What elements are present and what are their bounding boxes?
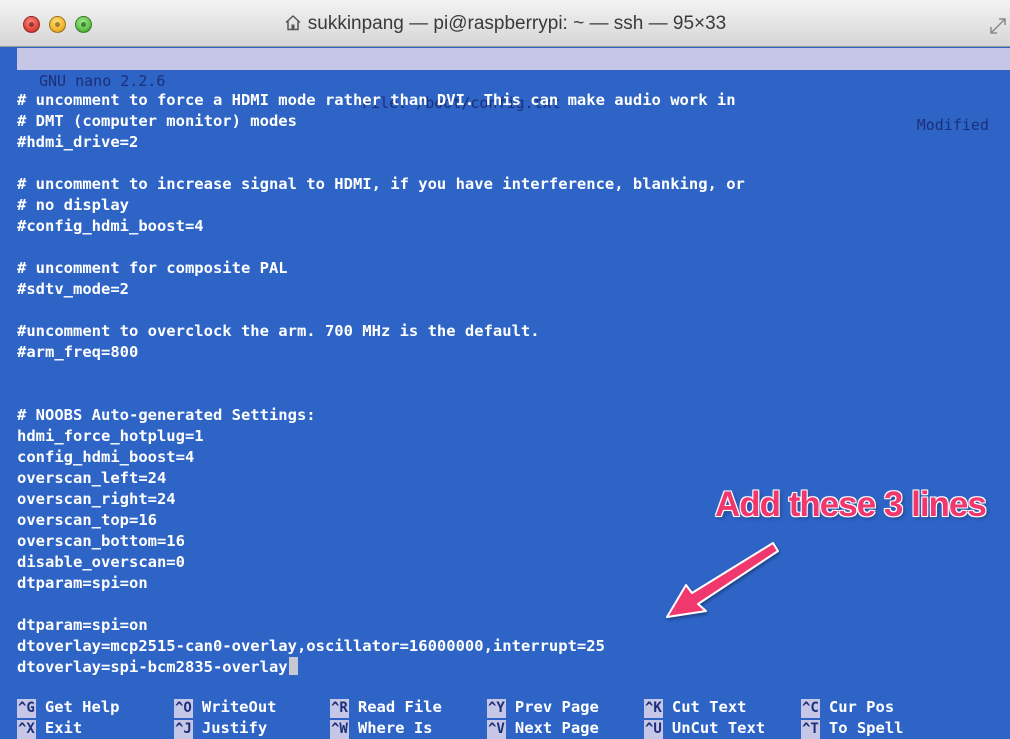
editor-line-text: dtparam=spi=on	[17, 574, 148, 592]
editor-line-text: disable_overscan=0	[17, 553, 185, 571]
shortcut-label: Where Is	[357, 719, 433, 737]
editor-line[interactable]: # no display	[17, 195, 1010, 216]
shortcut-label: Read File	[357, 698, 442, 716]
shortcut-label: Prev Page	[514, 698, 599, 716]
editor-line[interactable]	[17, 363, 1010, 384]
editor-line[interactable]: #arm_freq=800	[17, 342, 1010, 363]
shortcut-read-file[interactable]: ^R Read File	[330, 697, 442, 718]
shortcut-to-spell[interactable]: ^T To Spell	[801, 718, 904, 739]
editor-line-text: # no display	[17, 196, 129, 214]
editor-line[interactable]	[17, 153, 1010, 174]
editor-line-text: overscan_right=24	[17, 490, 176, 508]
editor-line-text: #uncomment to overclock the arm. 700 MHz…	[17, 322, 540, 340]
shortcut-key: ^U	[644, 720, 663, 739]
shortcut-key: ^V	[487, 720, 506, 739]
shortcut-key: ^W	[330, 720, 349, 739]
editor-line-text: #sdtv_mode=2	[17, 280, 129, 298]
editor-line[interactable]: dtparam=spi=on	[17, 573, 1010, 594]
shortcut-label: UnCut Text	[671, 719, 766, 737]
terminal-window: sukkinpang — pi@raspberrypi: ~ — ssh — 9…	[0, 0, 1010, 739]
shortcut-key: ^T	[801, 720, 820, 739]
editor-line[interactable]: # uncomment to force a HDMI mode rather …	[17, 90, 1010, 111]
title-bar[interactable]: sukkinpang — pi@raspberrypi: ~ — ssh — 9…	[0, 0, 1010, 47]
window-title-container: sukkinpang — pi@raspberrypi: ~ — ssh — 9…	[0, 14, 1010, 34]
shortcut-cur-pos[interactable]: ^C Cur Pos	[801, 697, 894, 718]
editor-line[interactable]: hdmi_force_hotplug=1	[17, 426, 1010, 447]
nano-version: GNU nano 2.2.6	[39, 72, 166, 90]
editor-text-area[interactable]: # uncomment to force a HDMI mode rather …	[17, 90, 1010, 680]
shortcut-label: To Spell	[828, 719, 904, 737]
shortcut-label: Get Help	[44, 698, 120, 716]
editor-line-text: # uncomment for composite PAL	[17, 259, 288, 277]
editor-line-text: dtoverlay=mcp2515-can0-overlay,oscillato…	[17, 637, 605, 655]
editor-line[interactable]: # NOOBS Auto-generated Settings:	[17, 405, 1010, 426]
shortcut-bar: ^G Get Help ^O WriteOut ^R Read File ^Y Prev Pa…	[17, 697, 1010, 739]
shortcut-next-page[interactable]: ^V Next Page	[487, 718, 599, 739]
shortcut-label: Justify	[201, 719, 268, 737]
shortcut-cut-text[interactable]: ^K Cut Text	[644, 697, 747, 718]
editor-line[interactable]: # DMT (computer monitor) modes	[17, 111, 1010, 132]
shortcut-writeout[interactable]: ^O WriteOut	[174, 697, 277, 718]
nano-header-bar: GNU nano 2.2.6 File: /boot/config.txt Mo…	[17, 48, 1010, 134]
editor-line[interactable]	[17, 300, 1010, 321]
shortcut-exit[interactable]: ^X Exit	[17, 718, 82, 739]
text-cursor	[288, 657, 298, 675]
editor-line-text: dtoverlay=spi-bcm2835-overlay	[17, 658, 288, 676]
editor-line-text: # uncomment to force a HDMI mode rather …	[17, 91, 736, 109]
shortcut-key: ^G	[17, 699, 36, 718]
editor-line[interactable]	[17, 237, 1010, 258]
window-title: sukkinpang — pi@raspberrypi: ~ — ssh — 9…	[307, 13, 727, 34]
editor-line[interactable]: # uncomment for composite PAL	[17, 258, 1010, 279]
editor-line[interactable]: dtoverlay=mcp2515-can0-overlay,oscillato…	[17, 636, 1010, 657]
shortcut-label: Cut Text	[671, 698, 747, 716]
editor-line[interactable]: #config_hdmi_boost=4	[17, 216, 1010, 237]
shortcut-key: ^Y	[487, 699, 506, 718]
editor-line-text: dtparam=spi=on	[17, 616, 148, 634]
editor-line[interactable]	[17, 594, 1010, 615]
editor-line-text: #hdmi_drive=2	[17, 133, 139, 151]
editor-line[interactable]: overscan_bottom=16	[17, 531, 1010, 552]
shortcut-prev-page[interactable]: ^Y Prev Page	[487, 697, 599, 718]
shortcut-where-is[interactable]: ^W Where Is	[330, 718, 433, 739]
editor-line[interactable]: disable_overscan=0	[17, 552, 1010, 573]
shortcut-label: Next Page	[514, 719, 599, 737]
editor-line[interactable]: #sdtv_mode=2	[17, 279, 1010, 300]
editor-line[interactable]: dtparam=spi=on	[17, 615, 1010, 636]
editor-line-text: #config_hdmi_boost=4	[17, 217, 204, 235]
shortcut-key: ^J	[174, 720, 193, 739]
annotation-label: Add these 3 lines	[715, 485, 987, 524]
editor-line-text: overscan_bottom=16	[17, 532, 185, 550]
editor-line[interactable]: #uncomment to overclock the arm. 700 MHz…	[17, 321, 1010, 342]
shortcut-label: Cur Pos	[828, 698, 895, 716]
editor-line-text: overscan_top=16	[17, 511, 157, 529]
editor-line-text: # DMT (computer monitor) modes	[17, 112, 297, 130]
shortcut-label: Exit	[44, 719, 83, 737]
shortcut-key: ^R	[330, 699, 349, 718]
home-icon	[285, 15, 301, 31]
editor-line-text: # uncomment to increase signal to HDMI, …	[17, 175, 745, 193]
editor-line-text: hdmi_force_hotplug=1	[17, 427, 204, 445]
editor-line-text: config_hdmi_boost=4	[17, 448, 195, 466]
editor-line[interactable]: config_hdmi_boost=4	[17, 447, 1010, 468]
shortcut-get-help[interactable]: ^G Get Help	[17, 697, 120, 718]
editor-line[interactable]: # uncomment to increase signal to HDMI, …	[17, 174, 1010, 195]
shortcut-label: WriteOut	[201, 698, 277, 716]
editor-line[interactable]: #hdmi_drive=2	[17, 132, 1010, 153]
annotation-arrow	[666, 542, 779, 618]
shortcut-key: ^O	[174, 699, 193, 718]
shortcut-key: ^X	[17, 720, 36, 739]
editor-line[interactable]	[17, 384, 1010, 405]
shortcut-key: ^K	[644, 699, 663, 718]
editor-line[interactable]: dtoverlay=spi-bcm2835-overlay	[17, 657, 1010, 678]
editor-line-text: overscan_left=24	[17, 469, 167, 487]
shortcut-justify[interactable]: ^J Justify	[174, 718, 267, 739]
shortcut-uncut-text[interactable]: ^U UnCut Text	[644, 718, 765, 739]
editor-line-text: # NOOBS Auto-generated Settings:	[17, 406, 316, 424]
editor-line-text: #arm_freq=800	[17, 343, 139, 361]
fullscreen-icon[interactable]	[989, 17, 1007, 35]
shortcut-key: ^C	[801, 699, 820, 718]
